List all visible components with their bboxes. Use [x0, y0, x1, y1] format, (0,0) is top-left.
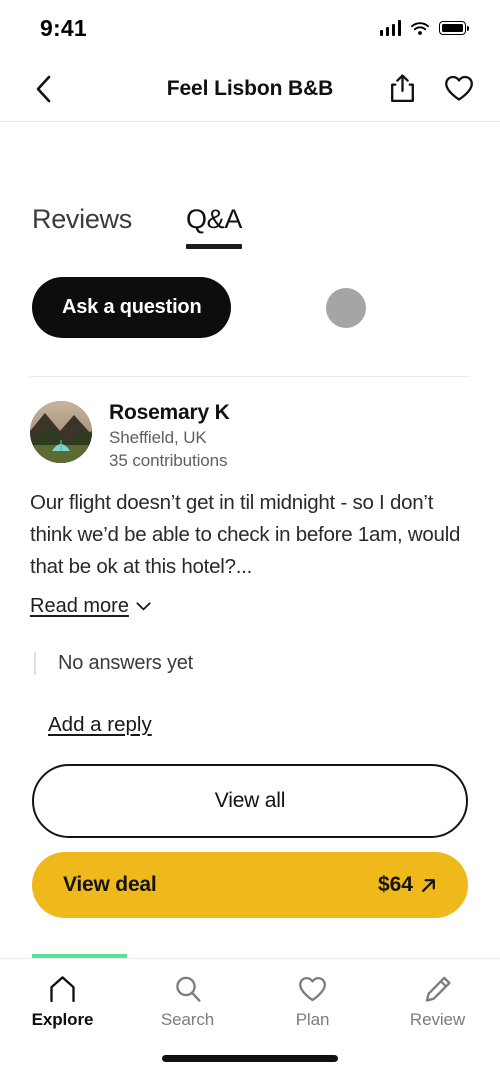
- question-author-row: Rosemary K Sheffield, UK 35 contribution…: [30, 401, 470, 471]
- author-contributions: 35 contributions: [109, 451, 228, 470]
- add-a-reply-button[interactable]: Add a reply: [48, 713, 152, 737]
- nav-item-search-label: Search: [160, 1010, 215, 1029]
- battery-full-icon: [439, 21, 469, 35]
- avatar-placeholder-circle: [326, 287, 367, 328]
- search-icon: [175, 976, 201, 1002]
- app-bar: Feel Lisbon B&B: [0, 56, 500, 122]
- tab-qa[interactable]: Q&A: [185, 204, 243, 249]
- heart-outline-icon[interactable]: [444, 75, 474, 102]
- question-author-info: Rosemary K Sheffield, UK 35 contribution…: [109, 401, 230, 471]
- ask-question-row: Ask a question: [0, 249, 500, 338]
- author-location: Sheffield, UK: [109, 428, 207, 447]
- read-more-button[interactable]: Read more: [30, 595, 151, 618]
- heart-icon: [299, 976, 326, 1002]
- tab-qa-label: Q&A: [185, 204, 243, 234]
- nav-item-review-label: Review: [409, 1010, 466, 1029]
- cellular-signal-icon: [379, 20, 401, 36]
- question-card: Rosemary K Sheffield, UK 35 contribution…: [0, 377, 500, 737]
- nav-item-search[interactable]: Search: [125, 975, 250, 1030]
- home-icon: [50, 976, 75, 1003]
- question-body: Our flight doesn’t get in til midnight -…: [30, 491, 461, 578]
- tab-reviews[interactable]: Reviews: [32, 204, 132, 249]
- tab-reviews-label: Reviews: [32, 204, 132, 234]
- avatar[interactable]: [30, 401, 92, 463]
- camping-tent-photo: [30, 401, 92, 463]
- answers-status: No answers yet: [58, 652, 194, 674]
- author-name: Rosemary K: [109, 401, 230, 424]
- nav-item-review[interactable]: Review: [375, 975, 500, 1030]
- answers-status-row: No answers yet: [34, 652, 470, 675]
- deal-price: $64: [378, 873, 437, 897]
- nav-item-explore[interactable]: Explore: [0, 975, 125, 1030]
- tab-bar: Reviews Q&A: [0, 122, 500, 249]
- app-bar-actions: [389, 74, 474, 103]
- cta-container: View all View deal $64: [0, 764, 500, 918]
- status-bar: 9:41: [0, 0, 500, 56]
- status-time: 9:41: [40, 14, 87, 41]
- status-icons: [379, 20, 469, 36]
- home-indicator: [162, 1055, 338, 1062]
- view-deal-label: View deal: [63, 873, 157, 896]
- nav-item-plan[interactable]: Plan: [250, 975, 375, 1030]
- share-icon[interactable]: [389, 74, 416, 103]
- wifi-icon: [411, 21, 429, 35]
- nav-item-plan-label: Plan: [295, 1010, 330, 1029]
- pencil-icon: [425, 976, 451, 1002]
- arrow-up-right-icon: [422, 878, 435, 892]
- chevron-down-icon: [136, 602, 151, 611]
- ask-a-question-button[interactable]: Ask a question: [32, 277, 232, 338]
- nav-item-explore-label: Explore: [31, 1010, 94, 1029]
- view-all-button[interactable]: View all: [32, 764, 468, 838]
- chevron-left-icon: [36, 75, 50, 102]
- back-button[interactable]: [26, 72, 60, 106]
- view-deal-button[interactable]: View deal $64: [32, 852, 468, 918]
- read-more-label: Read more: [30, 595, 129, 617]
- deal-price-value: $64: [377, 873, 413, 896]
